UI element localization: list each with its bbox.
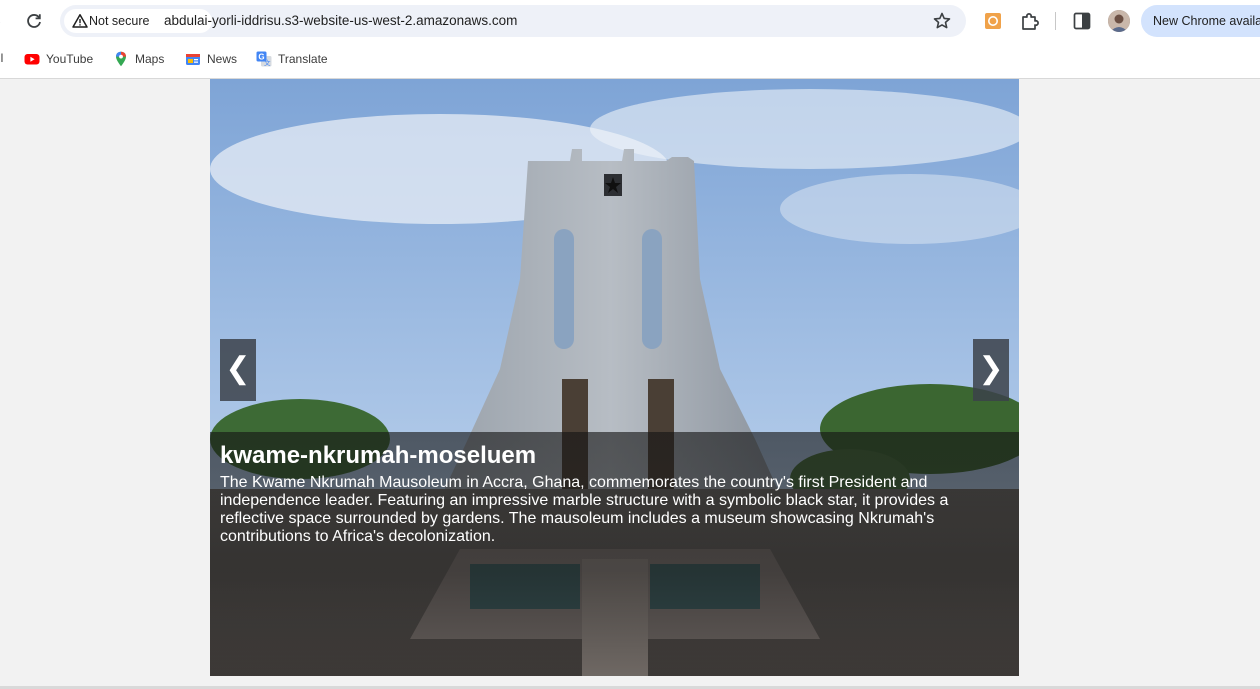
browser-toolbar: › Not secure abdulai-yorli-iddrisu.s3-we… xyxy=(0,0,1260,42)
next-slide-button[interactable]: ❯ xyxy=(973,339,1009,401)
maps-pin-icon xyxy=(116,51,126,67)
previous-slide-button[interactable]: ❮ xyxy=(220,339,256,401)
security-chip-label: Not secure xyxy=(89,14,150,28)
reload-icon[interactable] xyxy=(24,11,44,31)
news-icon xyxy=(186,54,200,65)
toolbar-divider xyxy=(1055,12,1056,30)
warning-icon xyxy=(72,14,88,28)
page-viewport: ❮ ❯ kwame-nkrumah-moseluem The Kwame Nkr… xyxy=(0,79,1260,687)
forward-icon[interactable]: › xyxy=(0,12,6,30)
bookmark-label: News xyxy=(207,52,238,66)
side-panel-icon[interactable] xyxy=(1073,11,1091,31)
avatar-image-icon xyxy=(1108,10,1130,32)
profile-avatar[interactable] xyxy=(1108,10,1130,32)
bookmark-star-icon[interactable] xyxy=(932,11,952,31)
address-bar[interactable]: Not secure abdulai-yorli-iddrisu.s3-webs… xyxy=(60,5,966,37)
youtube-icon xyxy=(24,54,40,65)
translate-icon: G 文 xyxy=(256,51,272,67)
bookmarks-bar: il YouTube Maps News G 文 xyxy=(0,42,1260,79)
slide-description: The Kwame Nkrumah Mausoleum in Accra, Gh… xyxy=(220,474,949,545)
bookmark-label: Maps xyxy=(135,52,165,66)
slide-title: kwame-nkrumah-moseluem xyxy=(220,442,537,469)
chrome-update-button[interactable]: New Chrome available xyxy=(1141,5,1260,37)
slideshow: ❮ ❯ kwame-nkrumah-moseluem The Kwame Nkr… xyxy=(210,79,1019,676)
svg-text:文: 文 xyxy=(264,58,271,67)
url-text[interactable]: abdulai-yorli-iddrisu.s3-website-us-west… xyxy=(164,13,517,29)
slide-caption: kwame-nkrumah-moseluem The Kwame Nkrumah… xyxy=(210,432,1019,676)
bookmark-cut-label[interactable]: il xyxy=(0,51,3,65)
bookmark-label: YouTube xyxy=(46,52,94,66)
bookmark-label: Translate xyxy=(278,52,328,66)
chrome-update-label: New Chrome available xyxy=(1153,14,1260,28)
extension-icon[interactable] xyxy=(984,12,1002,30)
extensions-puzzle-icon[interactable] xyxy=(1019,10,1041,32)
